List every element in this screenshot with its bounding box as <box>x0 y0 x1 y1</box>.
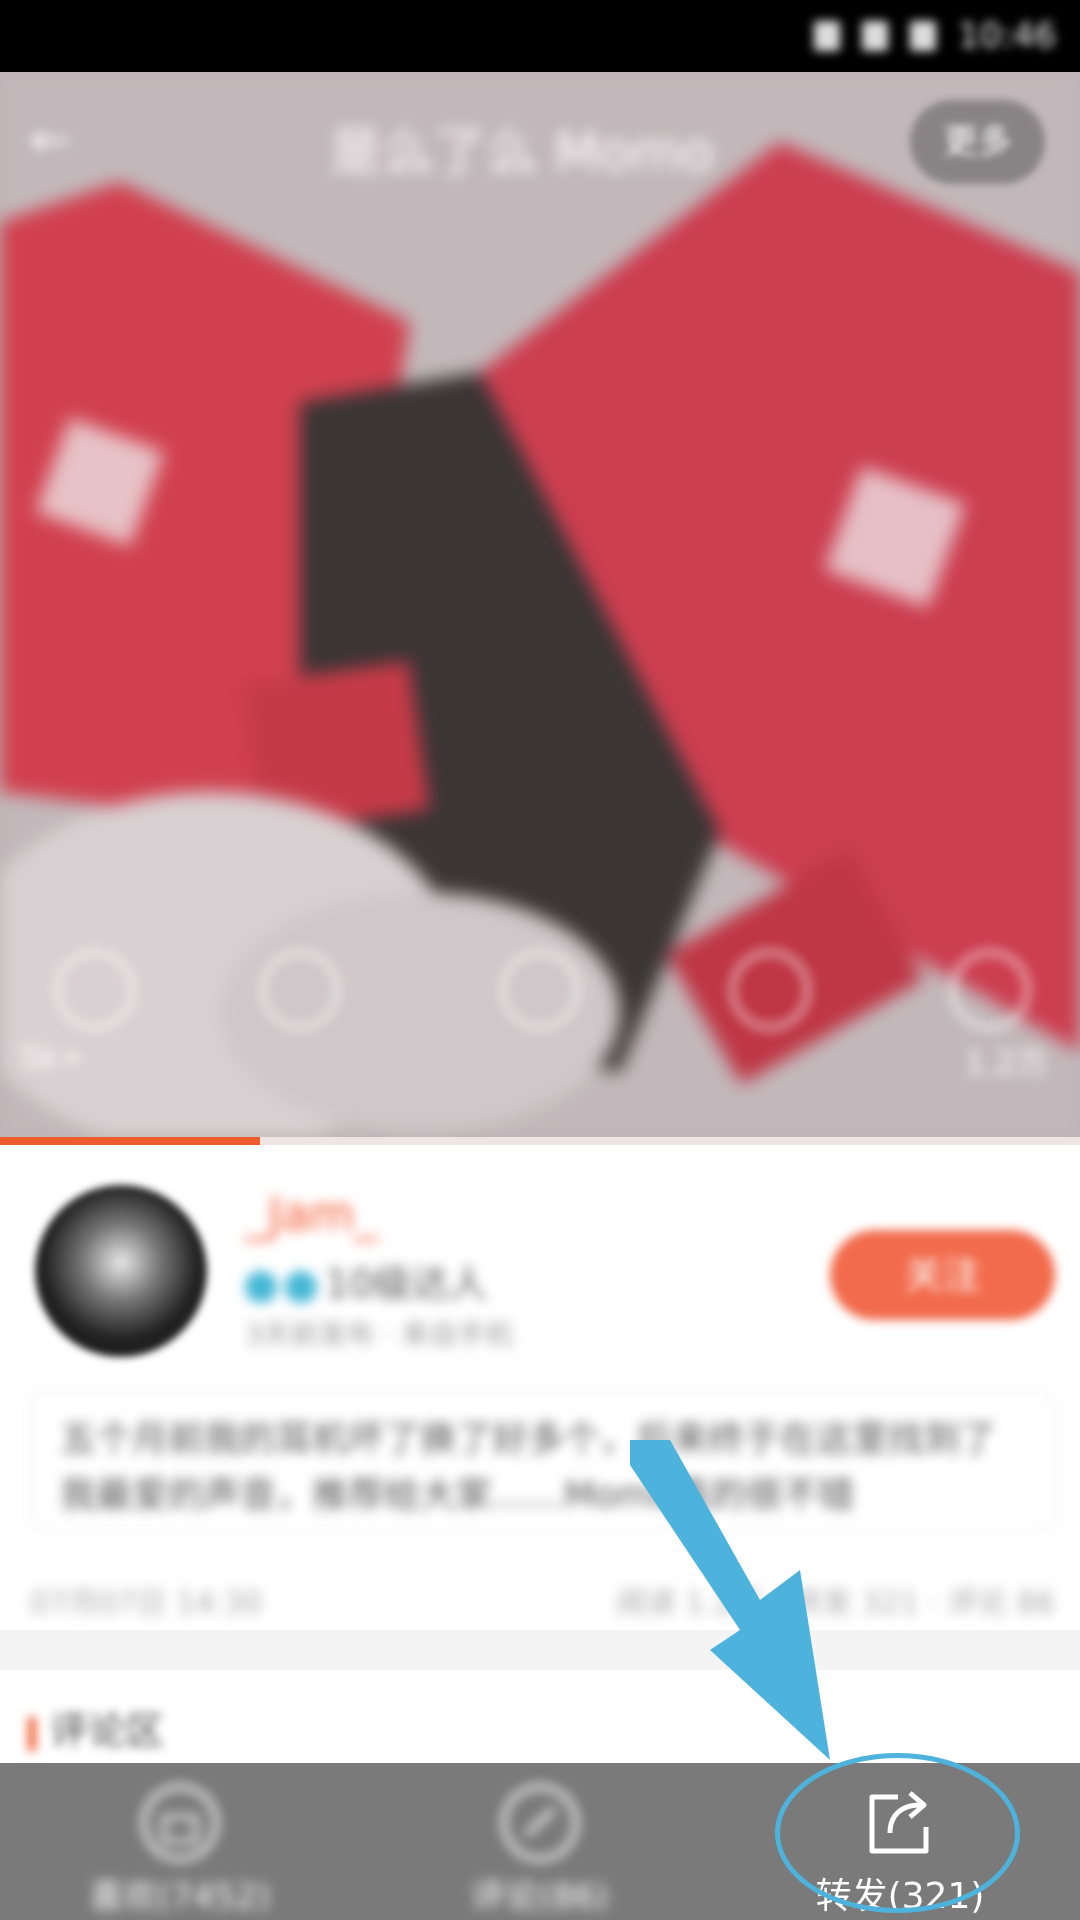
author-section: _Jam_ 10级达人 3天前发布 · 来自手机 关注 <box>0 1145 1080 1365</box>
music-icon[interactable] <box>730 950 810 1030</box>
post-text: 五个月前我的耳机坏了换了好多个，后来终于在这里找到了我最爱的声音，推荐给大家……… <box>30 1392 1055 1532</box>
photo-overlay-actions: 5k+ 1.2万 <box>0 930 1080 1082</box>
more-button[interactable]: 更多 <box>910 100 1045 184</box>
play-icon[interactable] <box>260 950 340 1030</box>
badge-icon <box>245 1270 277 1303</box>
post-meta: 07月07日 14:30 阅读 1.2万 · 转发 321 · 评论 86 <box>30 1578 1055 1622</box>
heart-icon[interactable] <box>950 950 1030 1030</box>
follow-button[interactable]: 关注 <box>830 1230 1055 1320</box>
author-level: 10级达人 <box>245 1253 487 1308</box>
annotation-highlight-ellipse <box>775 1753 1020 1913</box>
overlay-right-count: 1.2万 <box>965 1044 1048 1082</box>
battery-icon <box>910 21 937 51</box>
author-name[interactable]: _Jam_ <box>245 1187 378 1241</box>
comment-icon <box>501 1784 579 1862</box>
refresh-icon[interactable] <box>55 950 135 1030</box>
comment-button[interactable]: 评论(86) <box>400 1763 680 1920</box>
like-button[interactable]: 喜欢(7452) <box>40 1763 320 1920</box>
author-level-text: 10级达人 <box>325 1262 488 1306</box>
nav-title: 是么了么 Momo <box>330 123 714 183</box>
section-title: 评论区 <box>28 1700 164 1755</box>
comment-label: 评论(86) <box>471 1877 609 1917</box>
overlay-left-count: 5k+ <box>20 1038 86 1076</box>
signal-icon <box>814 21 841 51</box>
badge-icon <box>285 1270 317 1303</box>
wifi-icon <box>862 21 889 51</box>
avatar[interactable] <box>35 1185 207 1357</box>
status-icons: 10:46 <box>814 14 1056 58</box>
annotation-arrow-icon <box>630 1440 830 1760</box>
top-nav: ← 是么了么 Momo 更多 <box>0 72 1080 202</box>
like-label: 喜欢(7452) <box>89 1877 271 1917</box>
post-date: 07月07日 14:30 <box>30 1586 263 1621</box>
status-time: 10:46 <box>958 16 1056 56</box>
back-arrow-icon[interactable]: ← <box>30 112 70 168</box>
progress-bar <box>0 1137 1080 1145</box>
author-meta: 3天前发布 · 来自手机 <box>245 1318 514 1351</box>
section-divider <box>0 1630 1080 1670</box>
status-bar: 10:46 <box>0 0 1080 72</box>
pause-icon[interactable] <box>500 950 580 1030</box>
gift-icon <box>141 1784 219 1862</box>
progress-fill <box>0 1137 260 1145</box>
